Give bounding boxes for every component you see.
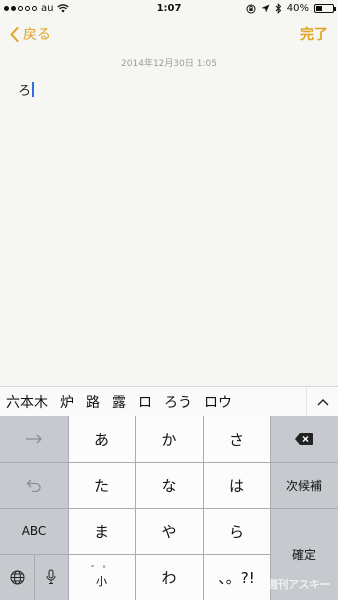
- candidate-item[interactable]: ろう: [164, 392, 192, 412]
- note-text-area[interactable]: ろ: [18, 80, 35, 99]
- battery-fill: [316, 6, 323, 11]
- delete-key[interactable]: [270, 416, 338, 462]
- kana-key-ha[interactable]: は: [203, 462, 270, 508]
- globe-icon: [10, 570, 24, 584]
- chevron-up-icon: [317, 398, 328, 405]
- kana-key-ta[interactable]: た: [68, 462, 135, 508]
- note-text: ろ: [18, 84, 32, 99]
- location-icon: [261, 4, 270, 13]
- candidate-item[interactable]: 六本木: [6, 392, 48, 412]
- back-label: 戻る: [23, 27, 51, 43]
- arrow-right-icon: [26, 434, 42, 444]
- punctuation-key[interactable]: 、。?!: [203, 554, 270, 600]
- rotation-lock-icon: [246, 4, 256, 13]
- text-cursor: [32, 82, 35, 97]
- kana-key-ka[interactable]: か: [135, 416, 203, 462]
- small-kana-label: 小: [96, 575, 107, 588]
- keyboard: ABC あ か さ た な は ま や ら ゛ ゜ 小 わ 、。?! 次候補 確…: [0, 416, 338, 600]
- candidate-list: 六本木 炉 路 露 ロ ろう ロウ: [0, 392, 306, 412]
- kana-key-na[interactable]: な: [135, 462, 203, 508]
- candidate-item[interactable]: 露: [112, 392, 126, 412]
- battery-icon: [314, 4, 336, 13]
- chevron-left-icon: [10, 26, 19, 42]
- bluetooth-icon: [275, 3, 281, 14]
- watermark-logo: 週刊アスキー: [267, 578, 331, 591]
- next-candidate-key[interactable]: 次候補: [270, 462, 338, 508]
- cursor-right-key[interactable]: [0, 416, 68, 462]
- abc-key[interactable]: ABC: [0, 508, 68, 554]
- back-button[interactable]: 戻る: [10, 24, 51, 44]
- dictation-key[interactable]: [34, 554, 68, 600]
- kana-key-a[interactable]: あ: [68, 416, 135, 462]
- microphone-icon: [46, 569, 56, 584]
- battery-percent: 40%: [286, 3, 309, 14]
- nav-bar: 戻る 完了: [0, 18, 338, 50]
- kana-key-ya[interactable]: や: [135, 508, 203, 554]
- status-right: 40%: [246, 3, 336, 14]
- expand-candidates-button[interactable]: [306, 386, 338, 417]
- candidate-item[interactable]: ロ: [138, 392, 152, 412]
- globe-key[interactable]: [0, 554, 34, 600]
- candidate-item[interactable]: ロウ: [204, 392, 232, 412]
- undo-key[interactable]: [0, 462, 68, 508]
- status-bar: au 1:07 40%: [0, 0, 338, 18]
- kana-key-ra[interactable]: ら: [203, 508, 270, 554]
- note-date: 2014年12月30日 1:05: [121, 59, 217, 69]
- candidate-bar: 六本木 炉 路 露 ロ ろう ロウ: [0, 386, 338, 417]
- candidate-item[interactable]: 炉: [60, 392, 74, 412]
- kana-key-sa[interactable]: さ: [203, 416, 270, 462]
- undo-icon: [26, 479, 41, 492]
- done-button[interactable]: 完了: [300, 24, 328, 44]
- kana-key-wa[interactable]: わ: [135, 554, 203, 600]
- dakuten-key[interactable]: ゛ ゜ 小: [68, 554, 135, 600]
- candidate-item[interactable]: 路: [86, 392, 100, 412]
- kana-key-ma[interactable]: ま: [68, 508, 135, 554]
- backspace-icon: [295, 433, 313, 445]
